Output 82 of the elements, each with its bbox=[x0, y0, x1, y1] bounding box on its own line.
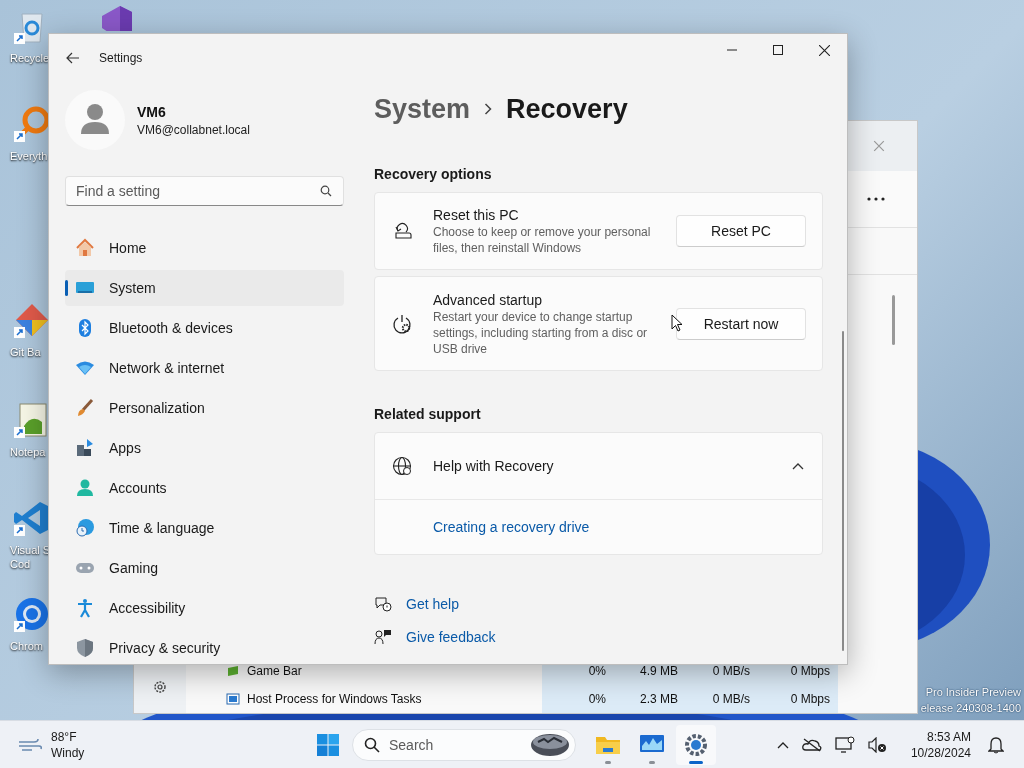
link[interactable]: Creating a recovery drive bbox=[433, 519, 590, 535]
search-field[interactable]: Search bbox=[352, 728, 576, 761]
desktop-icon-label: Chrom bbox=[10, 639, 43, 653]
nav-item[interactable]: Accessibility bbox=[65, 590, 344, 626]
settings-icon[interactable] bbox=[676, 724, 716, 765]
nav-item[interactable]: Home bbox=[65, 230, 344, 266]
feedback-icon bbox=[374, 628, 392, 646]
avatar[interactable] bbox=[65, 90, 125, 150]
cursor-icon bbox=[671, 314, 683, 332]
window-icon bbox=[226, 692, 240, 706]
desktop-icon-label: Notepa bbox=[10, 445, 46, 459]
time-icon bbox=[75, 518, 95, 538]
accessibility-icon bbox=[75, 598, 95, 618]
table-cell: 2.3 MB bbox=[614, 685, 686, 713]
breadcrumb-link[interactable]: System bbox=[374, 93, 471, 125]
nav-item[interactable]: Personalization bbox=[65, 390, 344, 426]
action-button[interactable]: Restart now bbox=[676, 307, 806, 340]
card-description: Choose to keep or remove your personal files, then reinstall Windows bbox=[433, 224, 652, 256]
nav-item[interactable]: Accounts bbox=[65, 470, 344, 506]
close-icon bbox=[818, 44, 830, 56]
expander-header[interactable]: Help with Recovery bbox=[375, 433, 822, 500]
search-field[interactable]: Find a setting bbox=[65, 176, 344, 206]
nav-item[interactable]: Apps bbox=[65, 430, 344, 466]
nav-item[interactable]: Gaming bbox=[65, 550, 344, 586]
speaker-muted-icon[interactable] bbox=[867, 736, 888, 753]
link[interactable]: Get help bbox=[406, 596, 459, 612]
window-title: Settings bbox=[99, 51, 143, 65]
watermark-text: elease 240308-1400 bbox=[920, 701, 1021, 716]
table-cell: 0 MB/s bbox=[686, 685, 758, 713]
brush-icon bbox=[75, 398, 95, 418]
nav-item[interactable]: Privacy & security bbox=[65, 630, 344, 666]
grid-icon bbox=[316, 732, 340, 757]
clock-date[interactable]: 10/28/2024 bbox=[910, 744, 971, 761]
settings-icon[interactable] bbox=[152, 679, 168, 695]
action-button[interactable]: Reset PC bbox=[676, 215, 806, 247]
weather-condition: Windy bbox=[51, 744, 85, 761]
maximize-icon bbox=[773, 45, 783, 55]
user-name: VM6 bbox=[137, 103, 167, 120]
more-icon bbox=[867, 197, 885, 201]
scrollbar[interactable] bbox=[892, 295, 895, 345]
process-name: Host Process for Windows Tasks bbox=[247, 692, 422, 706]
network-icon[interactable] bbox=[834, 735, 855, 754]
card-title: Reset this PC bbox=[433, 206, 520, 224]
accounts-icon bbox=[75, 478, 95, 498]
chevron-up-icon bbox=[792, 462, 804, 470]
card-title: Advanced startup bbox=[433, 290, 543, 309]
close-icon bbox=[873, 140, 885, 152]
temperature: 88°F bbox=[51, 728, 78, 745]
desktop-icon-label: Everyth bbox=[10, 149, 48, 163]
cloud-icon[interactable] bbox=[801, 737, 822, 752]
search-icon bbox=[364, 736, 380, 753]
page-title: Recovery bbox=[506, 93, 628, 125]
nav-item[interactable]: Bluetooth & devices bbox=[65, 310, 344, 346]
scrollbar[interactable] bbox=[842, 331, 844, 651]
nav-item[interactable]: Network & internet bbox=[65, 350, 344, 386]
watermark-text: Pro Insider Preview bbox=[925, 685, 1021, 700]
wind-icon[interactable] bbox=[18, 736, 42, 753]
section-heading: Related support bbox=[374, 405, 482, 424]
home-icon bbox=[75, 238, 95, 258]
search-icon bbox=[320, 185, 332, 197]
table-cell: 0 Mbps bbox=[758, 685, 838, 713]
nav-item[interactable]: System bbox=[65, 270, 344, 306]
globe-icon bbox=[392, 456, 412, 476]
link[interactable]: Give feedback bbox=[406, 629, 496, 645]
clock-time[interactable]: 8:53 AM bbox=[926, 728, 971, 745]
desktop-icon-label: Recycle bbox=[10, 51, 50, 65]
apps-icon bbox=[75, 438, 95, 458]
card-description: Restart your device to change startup settings, including starting from a disc or USB drive bbox=[433, 308, 649, 357]
chevron-up-icon[interactable] bbox=[776, 740, 789, 749]
power-gear-icon bbox=[392, 313, 412, 334]
process-name: Game Bar bbox=[247, 664, 302, 678]
help-icon bbox=[374, 595, 392, 613]
desktop-icon-label: Git Ba bbox=[10, 345, 41, 359]
user-email: VM6@collabnet.local bbox=[137, 122, 250, 137]
bell-icon[interactable] bbox=[988, 735, 1004, 754]
table-cell: 0% bbox=[542, 685, 614, 713]
privacy-icon bbox=[75, 638, 95, 658]
back-arrow-icon[interactable] bbox=[66, 51, 80, 65]
reset-icon bbox=[392, 221, 412, 241]
nav-item[interactable]: Time & language bbox=[65, 510, 344, 546]
section-heading: Recovery options bbox=[374, 165, 493, 184]
chevron-icon bbox=[484, 103, 493, 115]
